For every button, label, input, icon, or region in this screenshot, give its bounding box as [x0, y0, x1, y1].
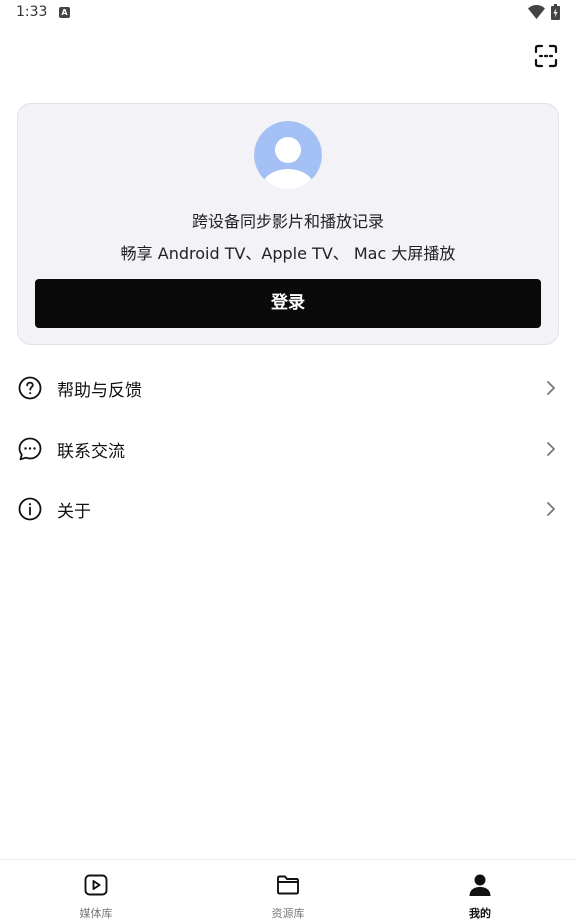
folder-icon [277, 875, 299, 895]
bottom-nav: 媒体库 资源库 我的 [0, 859, 576, 920]
menu-item-about[interactable]: 关于 [0, 479, 576, 539]
sync-description: 跨设备同步影片和播放记录 [191, 212, 384, 231]
user-icon [469, 874, 491, 896]
nav-tab-media-library[interactable]: 媒体库 [36, 860, 156, 920]
login-button[interactable]: 登录 [35, 279, 541, 328]
menu-item-contact[interactable]: 联系交流 [0, 419, 576, 479]
platforms-description: 畅享 Android TV、Apple TV、 Mac 大屏播放 [120, 244, 456, 263]
nav-tab-mine[interactable]: 我的 [420, 860, 540, 920]
chevron-right-icon [547, 381, 555, 395]
help-icon [18, 376, 42, 400]
menu-item-label: 联系交流 [57, 442, 125, 462]
nav-tab-label: 我的 [469, 907, 491, 920]
chevron-right-icon [547, 442, 555, 456]
nav-tab-label: 媒体库 [79, 907, 113, 920]
avatar[interactable] [254, 121, 322, 189]
chevron-right-icon [547, 502, 555, 516]
nav-tab-label: 资源库 [271, 907, 305, 920]
menu-item-label: 帮助与反馈 [57, 381, 142, 401]
play-icon [84, 874, 108, 896]
menu-item-help-feedback[interactable]: 帮助与反馈 [0, 358, 576, 418]
app-notification-icon: A [59, 7, 70, 18]
wifi-icon [528, 5, 545, 19]
scan-icon[interactable] [532, 42, 560, 70]
status-time: 1:33 [16, 4, 48, 20]
info-icon [18, 497, 42, 521]
menu-item-label: 关于 [57, 502, 91, 522]
profile-screen: 1:33 A 跨设备同步影片和播放记录 畅享 Android TV、Apple … [0, 0, 576, 920]
battery-icon [551, 4, 560, 20]
nav-tab-resources[interactable]: 资源库 [228, 860, 348, 920]
account-card: 跨设备同步影片和播放记录 畅享 Android TV、Apple TV、 Mac… [17, 103, 559, 345]
chat-icon [18, 437, 42, 461]
status-bar: 1:33 A [0, 0, 576, 28]
